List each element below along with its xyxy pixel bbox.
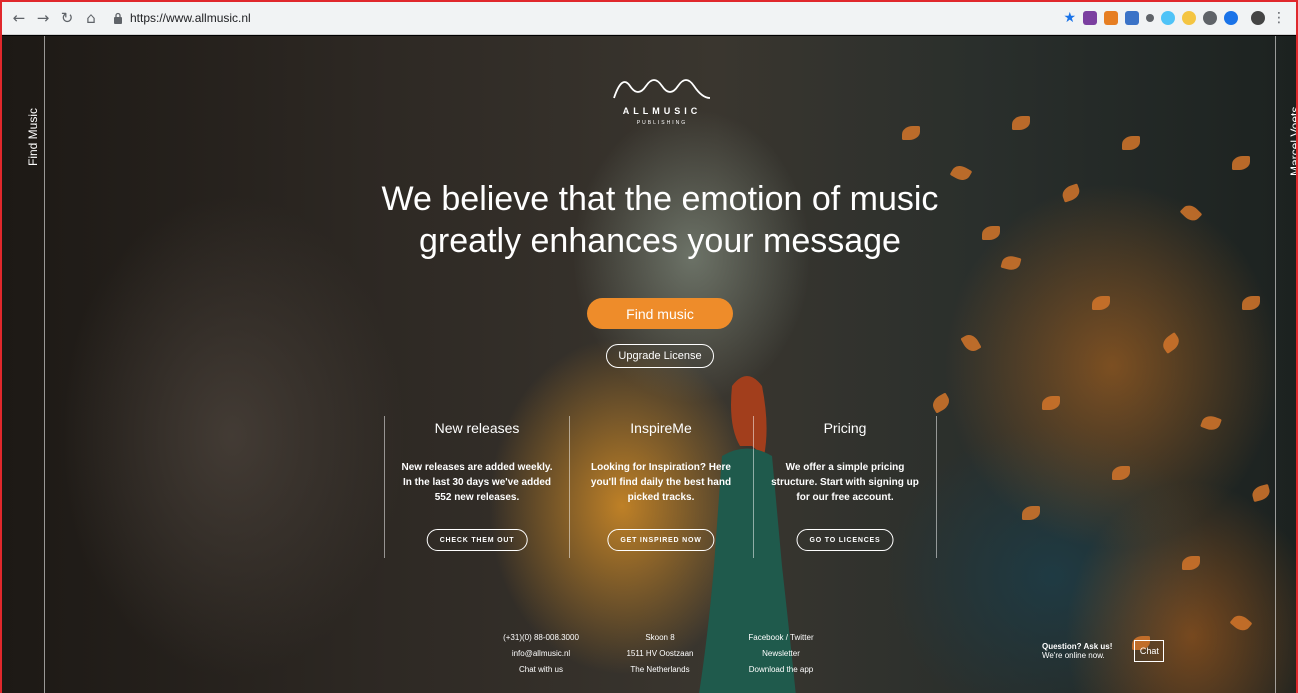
feature-text-line: In the last 30 days we've added (403, 477, 551, 488)
chat-widget[interactable]: Question? Ask us! We're online now. Chat (1042, 640, 1165, 662)
clipper-extension-icon[interactable] (1104, 11, 1118, 25)
chat-question: Question? Ask us! (1042, 642, 1113, 651)
onenote-extension-icon[interactable] (1083, 11, 1097, 25)
address-country: The Netherlands (630, 665, 690, 674)
feature-new-releases: New releases New releases are added week… (385, 416, 569, 558)
feature-text-line: Looking for Inspiration? Here (590, 462, 731, 473)
feature-text-line: New releases are added weekly. (401, 462, 553, 473)
bookmark-star-icon[interactable]: ★ (1063, 10, 1076, 26)
social-links[interactable]: Facebook / Twitter (742, 630, 820, 646)
headline-line-1: We believe that the emotion of music (381, 180, 939, 218)
feature-title: InspireMe (630, 420, 692, 436)
forward-icon[interactable]: → (32, 7, 54, 29)
linkedin-extension-icon[interactable] (1125, 11, 1139, 25)
extensions-area: ★ ⋮ (1063, 10, 1286, 26)
footer-links: Facebook / Twitter Newsletter Download t… (742, 630, 820, 678)
pen-extension-icon[interactable] (1146, 14, 1154, 22)
drive-extension-icon[interactable] (1203, 11, 1217, 25)
find-music-button[interactable]: Find music (587, 298, 733, 329)
address-street: Skoon 8 (645, 633, 675, 642)
headline-line-2: greatly enhances your message (419, 222, 901, 260)
sun-extension-icon[interactable] (1182, 11, 1196, 25)
cloud-extension-icon[interactable] (1161, 11, 1175, 25)
newsletter-link[interactable]: Newsletter (742, 646, 820, 662)
feature-text-line: 552 new releases. (434, 492, 520, 503)
browser-toolbar: ← → ↻ ⌂ https://www.allmusic.nl ★ ⋮ (2, 2, 1296, 35)
menu-dots-icon[interactable]: ⋮ (1272, 10, 1286, 26)
reload-icon[interactable]: ↻ (56, 7, 78, 29)
allmusic-logo[interactable]: ALLMUSIC PUBLISHING (606, 72, 718, 126)
chat-status: We're online now. (1042, 651, 1105, 660)
hero-section: Find Music Marcel Voets ALLMUSIC PUBLISH… (2, 36, 1296, 693)
phone-number[interactable]: (+31)(0) 88-008.3000 (502, 630, 580, 646)
chat-prompt: Question? Ask us! We're online now. (1042, 642, 1112, 660)
address-city: 1511 HV Oostzaan (626, 649, 694, 658)
find-music-side-tab[interactable]: Find Music (26, 108, 40, 166)
feature-text-line: picked tracks. (627, 492, 695, 503)
feature-text: New releases are added weekly. In the la… (385, 460, 569, 505)
url-text: https://www.allmusic.nl (130, 11, 251, 25)
feature-text: Looking for Inspiration? Here you'll fin… (569, 460, 753, 505)
logo-name: ALLMUSIC (622, 106, 702, 116)
right-divider-line (1275, 36, 1276, 693)
chat-bubble-icon[interactable]: Chat (1134, 640, 1165, 662)
chat-label: Chat (1139, 646, 1159, 656)
back-icon[interactable]: ← (8, 7, 30, 29)
feature-inspireme: InspireMe Looking for Inspiration? Here … (569, 416, 753, 558)
lock-icon (110, 10, 126, 26)
feature-text-line: you'll find daily the best hand (590, 477, 732, 488)
browser-window: ← → ↻ ⌂ https://www.allmusic.nl ★ ⋮ Find… (0, 0, 1298, 693)
download-app-link[interactable]: Download the app (742, 662, 820, 678)
feature-text-line: structure. Start with signing up (771, 477, 919, 488)
footer-address: Skoon 8 1511 HV Oostzaan The Netherlands (616, 630, 704, 678)
left-divider-line (44, 36, 45, 693)
home-icon[interactable]: ⌂ (80, 7, 102, 29)
logo-subtitle: PUBLISHING (636, 120, 688, 126)
feature-text-line: We offer a simple pricing (785, 462, 905, 473)
account-side-tab[interactable]: Marcel Voets (1288, 107, 1296, 176)
check-them-out-button[interactable]: CHECK THEM OUT (426, 529, 528, 551)
hero-headline: We believe that the emotion of music gre… (302, 178, 1018, 262)
feature-text-line: for our free account. (796, 492, 894, 503)
chat-with-us-link[interactable]: Chat with us (502, 662, 580, 678)
get-inspired-now-button[interactable]: GET INSPIRED NOW (607, 529, 715, 551)
upgrade-license-button[interactable]: Upgrade License (606, 344, 714, 368)
wave-logo-icon (613, 79, 711, 99)
go-to-licences-button[interactable]: GO TO LICENCES (796, 529, 894, 551)
profile-avatar-icon[interactable] (1251, 11, 1265, 25)
feature-title: Pricing (823, 420, 867, 436)
feature-pricing: Pricing We offer a simple pricing struct… (753, 416, 937, 558)
email-link[interactable]: info@allmusic.nl (502, 646, 580, 662)
feature-text: We offer a simple pricing structure. Sta… (753, 460, 937, 505)
feature-title: New releases (434, 420, 520, 436)
address-bar[interactable]: https://www.allmusic.nl (110, 10, 1063, 26)
footer-contact: (+31)(0) 88-008.3000 info@allmusic.nl Ch… (502, 630, 580, 678)
vpn-extension-icon[interactable] (1224, 11, 1238, 25)
